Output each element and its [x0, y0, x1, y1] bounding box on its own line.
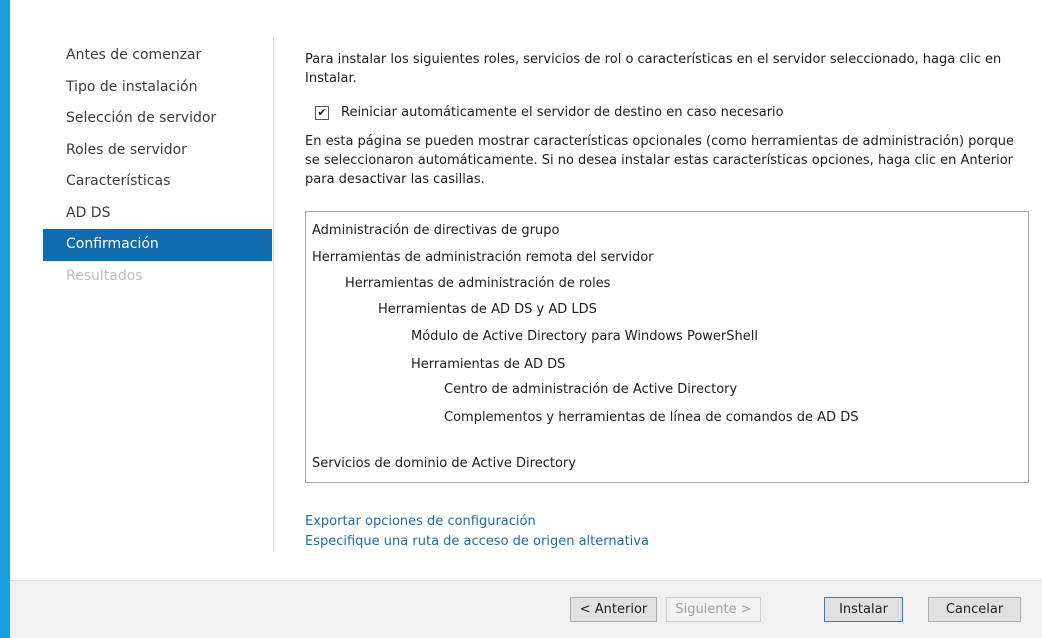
restart-option[interactable]: ✔ Reiniciar automáticamente el servidor …: [315, 105, 1032, 120]
restart-checkbox[interactable]: ✔: [315, 105, 329, 120]
cancel-button[interactable]: Cancelar: [928, 597, 1021, 622]
feature-item: Herramientas de AD DS y AD LDS: [378, 302, 597, 317]
nav-item-tipo-de-instalacion[interactable]: Tipo de instalación: [43, 72, 272, 104]
feature-item: Administración de directivas de grupo: [312, 223, 560, 238]
optional-features-note: En esta página se pueden mostrar caracte…: [305, 134, 1014, 187]
nav-item-ad-ds[interactable]: AD DS: [43, 198, 272, 230]
nav-item-caracteristicas[interactable]: Características: [43, 166, 272, 198]
nav-item-confirmacion[interactable]: Confirmación: [43, 229, 272, 261]
wizard-footer: < Anterior Siguiente > Instalar Cancelar: [10, 580, 1042, 638]
nav-item-resultados: Resultados: [66, 267, 143, 284]
links-area: Exportar opciones de configuración Espec…: [305, 512, 649, 552]
intro-text: Para instalar los siguientes roles, serv…: [305, 52, 1002, 86]
nav-item-roles-de-servidor[interactable]: Roles de servidor: [43, 135, 272, 167]
restart-checkbox-label[interactable]: Reiniciar automáticamente el servidor de…: [341, 105, 784, 120]
feature-item: Centro de administración de Active Direc…: [444, 382, 738, 397]
nav-item-seleccion-de-servidor[interactable]: Selección de servidor: [43, 103, 272, 135]
nav-divider: [273, 37, 274, 552]
wizard-steps-nav: Antes de comenzar Tipo de instalación Se…: [43, 40, 272, 292]
feature-item: Módulo de Active Directory para Windows …: [411, 329, 758, 344]
window-accent-bar: [0, 0, 10, 638]
nav-item-antes-de-comenzar[interactable]: Antes de comenzar: [43, 40, 272, 72]
features-list[interactable]: Administración de directivas de grupo He…: [305, 211, 1029, 483]
export-config-link[interactable]: Exportar opciones de configuración: [305, 512, 649, 532]
install-button[interactable]: Instalar: [824, 597, 903, 622]
feature-item: Herramientas de administración de roles: [345, 276, 611, 291]
feature-item: Herramientas de AD DS: [411, 357, 566, 372]
feature-item: Herramientas de administración remota de…: [312, 250, 654, 265]
feature-item: Servicios de dominio de Active Directory: [312, 456, 576, 471]
previous-button[interactable]: < Anterior: [570, 597, 657, 622]
alternate-source-link[interactable]: Especifique una ruta de acceso de origen…: [305, 532, 649, 552]
feature-item: Complementos y herramientas de línea de …: [444, 410, 859, 425]
next-button: Siguiente >: [666, 597, 761, 622]
confirmation-panel: Para instalar los siguientes roles, serv…: [305, 50, 1032, 549]
